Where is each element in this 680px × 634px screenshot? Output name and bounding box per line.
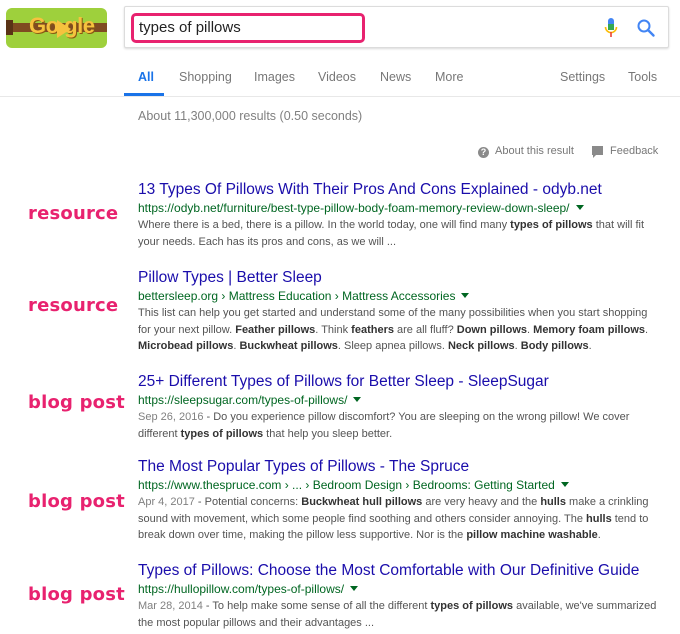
result-title-link[interactable]: Types of Pillows: Choose the Most Comfor… bbox=[138, 561, 658, 580]
result-url: https://www.thespruce.com › ... › Bedroo… bbox=[138, 477, 658, 494]
tab-tools[interactable]: Tools bbox=[628, 70, 657, 84]
result-tag: blog post bbox=[28, 584, 125, 605]
result-url-text: https://odyb.net/furniture/best-type-pil… bbox=[138, 201, 570, 215]
result-title-link[interactable]: The Most Popular Types of Pillows - The … bbox=[138, 457, 658, 476]
result-snippet: Mar 28, 2014 - To help make some sense o… bbox=[138, 600, 657, 629]
search-tabs: All Shopping Images Videos News More Set… bbox=[0, 70, 680, 97]
result-stats: About 11,300,000 results (0.50 seconds) bbox=[138, 109, 363, 123]
result-date: Mar 28, 2014 bbox=[138, 600, 203, 612]
tab-all[interactable]: All bbox=[138, 70, 154, 84]
result-url: https://odyb.net/furniture/best-type-pil… bbox=[138, 200, 658, 217]
search-result: Pillow Types | Better Sleep bettersleep.… bbox=[138, 268, 658, 355]
logo[interactable]: Go gle bbox=[6, 8, 107, 48]
result-tag: blog post bbox=[28, 491, 125, 512]
about-label: About this result bbox=[495, 145, 574, 157]
chevron-down-icon[interactable] bbox=[350, 586, 359, 591]
result-title-link[interactable]: 13 Types Of Pillows With Their Pros And … bbox=[138, 180, 658, 199]
result-url-text: bettersleep.org › Mattress Education › M… bbox=[138, 289, 456, 303]
search-icon[interactable] bbox=[636, 18, 656, 38]
microphone-icon[interactable] bbox=[603, 17, 619, 39]
result-snippet: Where there is a bed, there is a pillow.… bbox=[138, 219, 645, 248]
search-input[interactable]: types of pillows bbox=[139, 19, 241, 36]
feedback-icon bbox=[592, 146, 603, 158]
result-tag: resource bbox=[28, 295, 119, 316]
feedback-label: Feedback bbox=[610, 145, 659, 157]
tab-videos[interactable]: Videos bbox=[318, 70, 356, 84]
result-url: https://hullopillow.com/types-of-pillows… bbox=[138, 581, 658, 598]
tab-shopping[interactable]: Shopping bbox=[179, 70, 232, 84]
search-result: The Most Popular Types of Pillows - The … bbox=[138, 457, 658, 544]
result-snippet: This list can help you get started and u… bbox=[138, 307, 649, 352]
search-header: Go gle types of pillows All Shopping Ima… bbox=[0, 0, 680, 97]
chevron-down-icon[interactable] bbox=[575, 205, 584, 210]
result-url-text: https://sleepsugar.com/types-of-pillows/ bbox=[138, 393, 348, 407]
result-url-text: https://hullopillow.com/types-of-pillows… bbox=[138, 582, 345, 596]
about-this-result-link[interactable]: ? About this result bbox=[478, 145, 574, 158]
play-icon bbox=[57, 20, 71, 38]
chevron-down-icon[interactable] bbox=[560, 482, 569, 487]
search-result: 13 Types Of Pillows With Their Pros And … bbox=[138, 180, 658, 250]
result-title-link[interactable]: 25+ Different Types of Pillows for Bette… bbox=[138, 372, 658, 391]
feedback-link[interactable]: Feedback bbox=[592, 145, 659, 158]
result-url: https://sleepsugar.com/types-of-pillows/ bbox=[138, 392, 658, 409]
result-url-text: https://www.thespruce.com › ... › Bedroo… bbox=[138, 478, 555, 492]
result-title-link[interactable]: Pillow Types | Better Sleep bbox=[138, 268, 658, 287]
result-tag: blog post bbox=[28, 392, 125, 413]
search-results-page: Go gle types of pillows All Shopping Ima… bbox=[0, 0, 680, 634]
tab-images[interactable]: Images bbox=[254, 70, 295, 84]
chevron-down-icon[interactable] bbox=[461, 293, 470, 298]
result-snippet: Apr 4, 2017 - Potential concerns: Buckwh… bbox=[138, 496, 649, 541]
result-url: bettersleep.org › Mattress Education › M… bbox=[138, 288, 658, 305]
tab-news[interactable]: News bbox=[380, 70, 411, 84]
logo-cap bbox=[6, 20, 13, 35]
result-snippet: Sep 26, 2016 - Do you experience pillow … bbox=[138, 411, 630, 440]
result-date: Sep 26, 2016 bbox=[138, 411, 204, 423]
search-box[interactable]: types of pillows bbox=[124, 6, 669, 48]
result-tag: resource bbox=[28, 203, 119, 224]
question-icon: ? bbox=[478, 147, 489, 158]
result-date: Apr 4, 2017 bbox=[138, 496, 195, 508]
active-tab-indicator bbox=[124, 93, 164, 96]
search-result: 25+ Different Types of Pillows for Bette… bbox=[138, 372, 658, 442]
tab-more[interactable]: More bbox=[435, 70, 463, 84]
chevron-down-icon[interactable] bbox=[353, 397, 362, 402]
tab-settings[interactable]: Settings bbox=[560, 70, 605, 84]
search-result: Types of Pillows: Choose the Most Comfor… bbox=[138, 561, 658, 631]
